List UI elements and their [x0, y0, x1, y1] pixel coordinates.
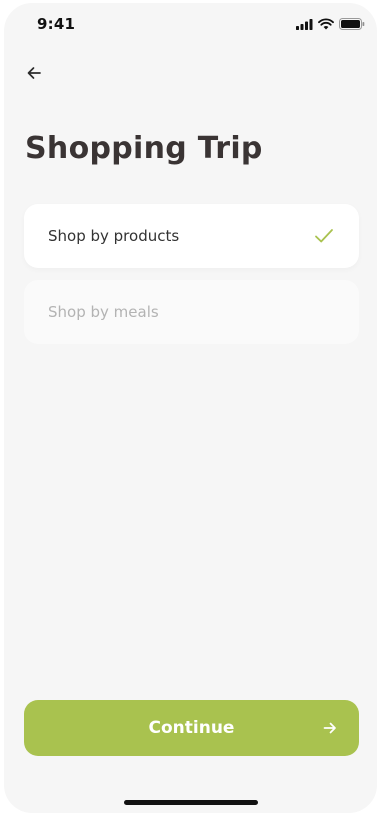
checkmark-icon [313, 225, 335, 247]
continue-button[interactable]: Continue [24, 700, 359, 756]
page-title: Shopping Trip [25, 131, 263, 166]
arrow-right-icon [321, 718, 339, 738]
status-time: 9:41 [37, 15, 76, 33]
home-indicator [124, 800, 258, 805]
status-icons [296, 17, 365, 35]
battery-icon [339, 17, 365, 35]
option-label: Shop by products [48, 227, 180, 245]
continue-label: Continue [148, 718, 235, 738]
arrow-left-icon [26, 66, 42, 85]
option-shop-by-meals[interactable]: Shop by meals [24, 280, 359, 344]
phone-screen: 9:41 Shopping Trip Shop by products Shop… [4, 3, 377, 813]
option-shop-by-products[interactable]: Shop by products [24, 204, 359, 268]
wifi-icon [318, 17, 334, 35]
option-label: Shop by meals [48, 303, 159, 321]
cellular-signal-icon [296, 17, 313, 35]
back-button[interactable] [24, 65, 44, 85]
